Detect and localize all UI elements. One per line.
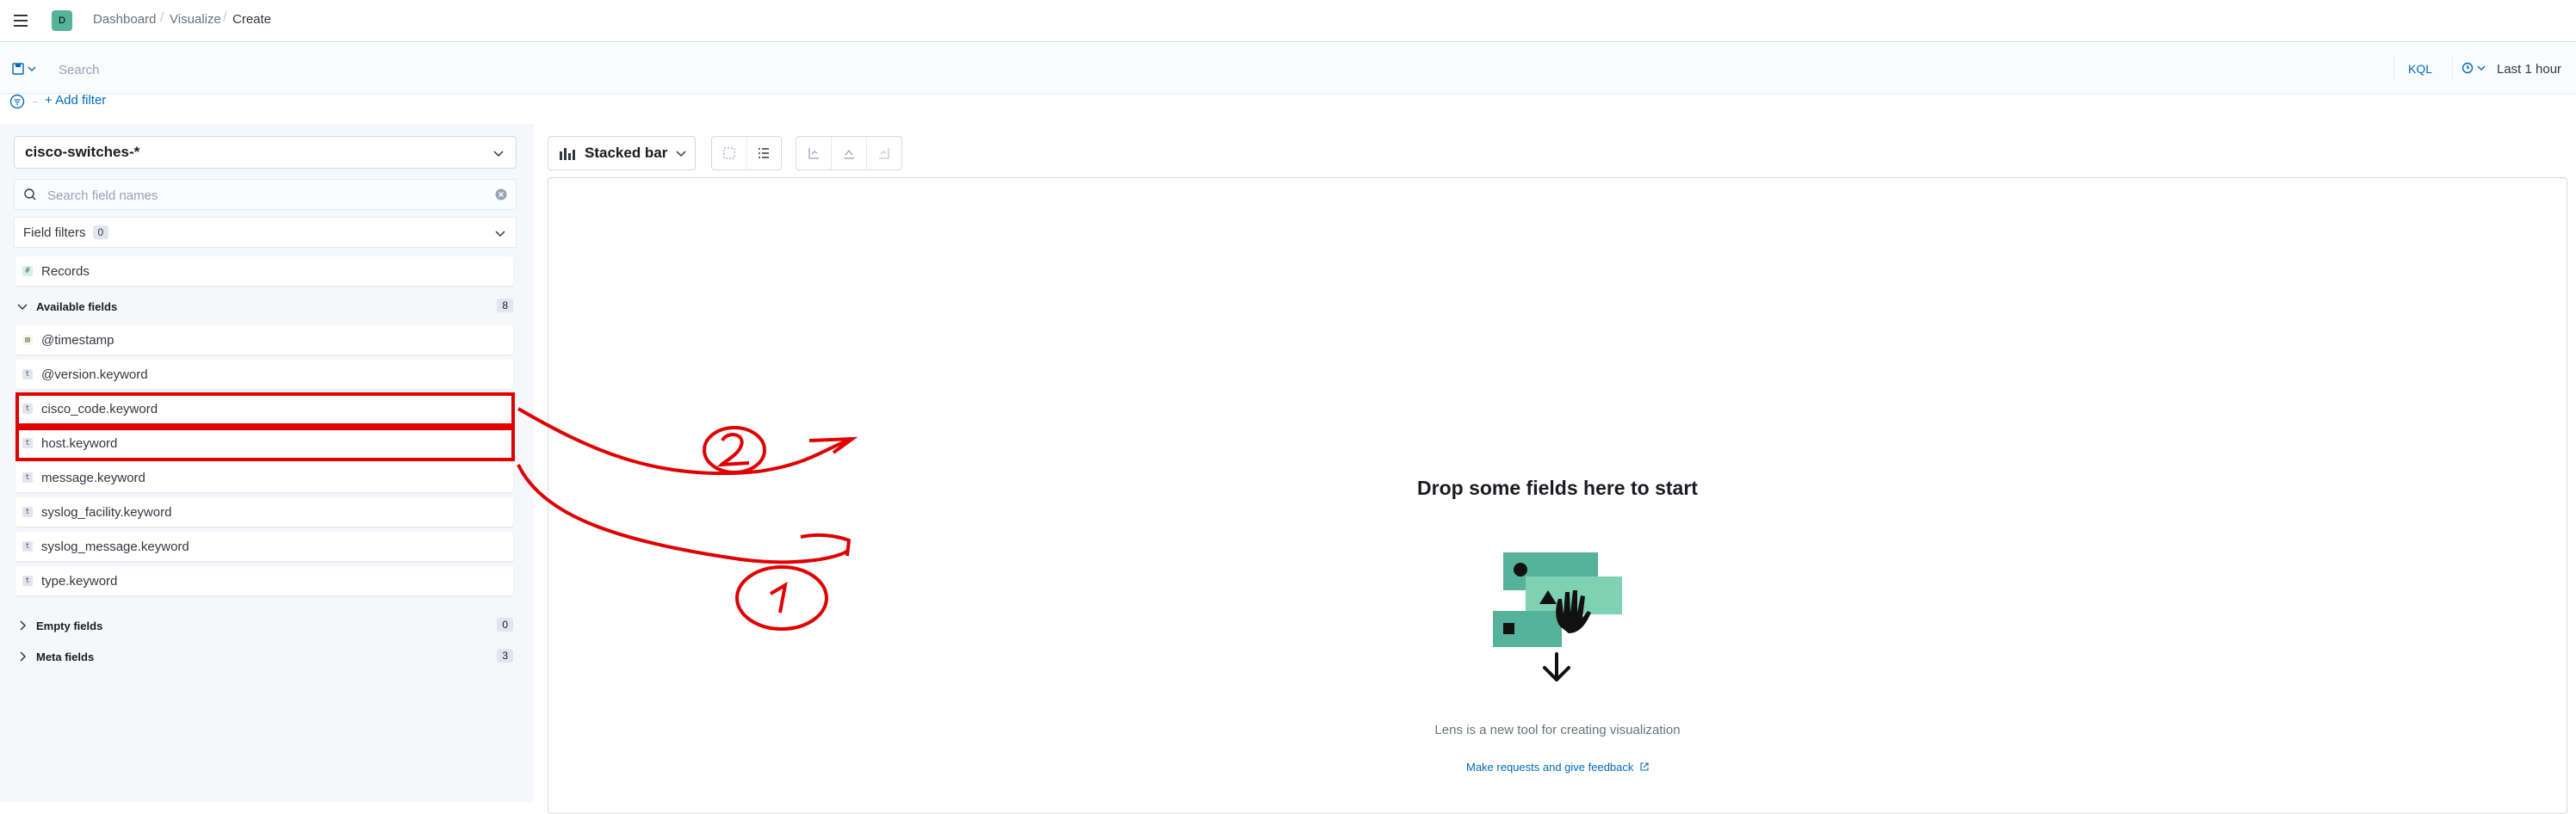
external-link-icon [1640, 762, 1649, 771]
field-row[interactable]: t type.keyword [15, 566, 513, 595]
string-type-icon: t [22, 541, 33, 552]
string-type-icon: t [22, 507, 33, 517]
accordion-label: Empty fields [36, 619, 103, 632]
search-input[interactable] [57, 57, 2385, 83]
breadcrumb-separator: / [160, 10, 164, 25]
chevron-right-icon [20, 651, 27, 662]
top-navigation-bar [0, 0, 2576, 42]
field-search-input[interactable] [46, 185, 480, 206]
accordion-count: 3 [497, 649, 513, 663]
field-row[interactable]: t syslog_facility.keyword [15, 497, 513, 527]
fitting-options-button[interactable] [712, 137, 747, 170]
field-row[interactable]: t host.keyword [15, 429, 513, 458]
field-name: cisco_code.keyword [41, 401, 158, 416]
string-type-icon: t [22, 404, 33, 414]
bottom-axis-button[interactable] [832, 137, 867, 170]
bottom-axis-icon [844, 149, 854, 159]
chart-type-label: Stacked bar [585, 145, 668, 161]
date-range-display[interactable]: Last 1 hour [2497, 57, 2574, 81]
field-row-records[interactable]: # Records [15, 256, 513, 286]
field-filters-count: 0 [92, 225, 109, 239]
right-axis-icon [879, 148, 889, 159]
feedback-link-label: Make requests and give feedback [1465, 761, 1634, 774]
field-name: syslog_message.keyword [41, 539, 189, 554]
accordion-count: 0 [497, 618, 513, 632]
number-type-icon: # [22, 266, 33, 276]
right-axis-button[interactable] [867, 137, 901, 170]
field-name: host.keyword [41, 435, 118, 451]
axis-options-group [796, 136, 902, 170]
chevron-down-icon [2477, 65, 2486, 71]
accordion-label: Available fields [36, 299, 118, 313]
field-row[interactable]: t cisco_code.keyword [15, 394, 513, 423]
date-type-icon: ▤ [22, 335, 33, 345]
hamburger-menu-icon[interactable] [10, 10, 31, 31]
index-pattern-label: cisco-switches-* [25, 144, 140, 160]
field-search-box [14, 179, 517, 210]
save-icon [12, 63, 24, 75]
breadcrumb-create: Create [232, 12, 272, 27]
field-name: Records [41, 263, 90, 279]
filter-options-icon[interactable] [9, 93, 26, 110]
calendar-icon [2461, 62, 2474, 74]
quick-date-picker-button[interactable] [2452, 55, 2494, 81]
lens-description: Lens is a new tool for creating visualiz… [1434, 723, 1681, 737]
clear-icon[interactable] [495, 188, 507, 200]
field-row[interactable]: t syslog_message.keyword [15, 532, 513, 561]
query-language-button[interactable]: KQL [2393, 57, 2446, 81]
space-avatar[interactable]: D [52, 10, 72, 31]
empty-fields-accordion[interactable]: Empty fields 0 [15, 616, 517, 635]
field-row[interactable]: t @version.keyword [15, 360, 513, 389]
field-name: type.keyword [41, 573, 118, 589]
field-name: syslog_facility.keyword [41, 504, 172, 520]
feedback-link[interactable]: Make requests and give feedback [548, 761, 2567, 774]
saved-query-button[interactable] [12, 59, 46, 79]
bar-chart-icon [560, 148, 575, 160]
legend-options-button[interactable] [747, 137, 782, 170]
breadcrumb-dashboard[interactable]: Dashboard [93, 12, 156, 27]
chevron-down-icon [17, 304, 28, 311]
field-name: @version.keyword [41, 367, 148, 382]
chart-type-switcher[interactable]: Stacked bar [548, 136, 696, 170]
chevron-down-icon [28, 66, 36, 71]
chevron-right-icon [20, 620, 27, 631]
available-fields-accordion[interactable]: Available fields 8 [15, 297, 517, 316]
field-filters-label: Field filters [23, 225, 86, 240]
chevron-down-icon [495, 231, 505, 237]
left-axis-icon [808, 148, 819, 159]
field-name: @timestamp [41, 332, 115, 348]
string-type-icon: t [22, 472, 33, 483]
meta-fields-accordion[interactable]: Meta fields 3 [15, 647, 517, 666]
field-row[interactable]: ▤ @timestamp [15, 325, 513, 355]
breadcrumb-separator: / [223, 10, 227, 25]
left-axis-button[interactable] [796, 137, 832, 170]
string-type-icon: t [22, 438, 33, 448]
index-pattern-selector[interactable]: cisco-switches-* [14, 136, 517, 169]
field-row[interactable]: t message.keyword [15, 463, 513, 492]
field-name: message.keyword [41, 470, 146, 485]
search-icon [24, 188, 36, 200]
accordion-label: Meta fields [36, 650, 95, 663]
accordion-count: 8 [497, 299, 513, 312]
drop-zone-title: Drop some fields here to start [1417, 477, 1698, 499]
legend-icon [759, 148, 770, 158]
chevron-down-icon [676, 151, 686, 157]
fitting-icon [723, 147, 735, 159]
chevron-down-icon [493, 151, 504, 157]
add-filter-button[interactable]: + Add filter [45, 93, 106, 108]
string-type-icon: t [22, 369, 33, 379]
display-options-group [711, 136, 782, 170]
field-filters-button[interactable]: Field filters 0 [14, 217, 517, 248]
string-type-icon: t [22, 576, 33, 586]
drag-drop-illustration [1493, 552, 1622, 681]
breadcrumb-visualize[interactable]: Visualize [170, 12, 221, 27]
